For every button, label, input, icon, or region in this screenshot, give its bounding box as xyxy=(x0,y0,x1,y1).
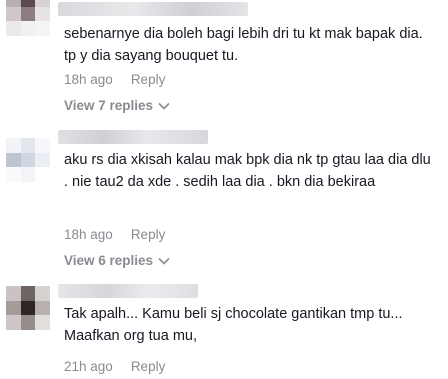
timestamp: 18h ago xyxy=(64,72,113,87)
comment-item: sebenarnye dia boleh bagi lebih dri tu k… xyxy=(0,0,448,120)
view-replies-label: View 6 replies xyxy=(64,253,154,268)
username-blurred[interactable] xyxy=(58,284,198,298)
reply-button[interactable]: Reply xyxy=(131,72,166,87)
reply-button[interactable]: Reply xyxy=(131,227,166,242)
avatar[interactable] xyxy=(6,286,50,330)
username-blurred[interactable] xyxy=(58,2,248,16)
comment-meta: 21h ago Reply xyxy=(64,359,165,374)
timestamp: 21h ago xyxy=(64,359,113,374)
comment-text: aku rs dia xkisah kalau mak bpk dia nk t… xyxy=(64,152,435,190)
timestamp: 18h ago xyxy=(64,227,113,242)
reply-button[interactable]: Reply xyxy=(131,359,166,374)
chevron-down-icon xyxy=(158,257,170,265)
comment-meta: 18h ago Reply xyxy=(64,72,165,87)
comment-item: Tak apalh... Kamu beli sj chocolate gant… xyxy=(0,270,448,379)
view-replies-button[interactable]: View 6 replies xyxy=(64,253,170,268)
comment-meta: 18h ago Reply xyxy=(64,227,165,242)
comment-item: aku rs dia xkisah kalau mak bpk dia nk t… xyxy=(0,120,448,270)
comment-text: Tak apalh... Kamu beli sj chocolate gant… xyxy=(64,306,407,344)
avatar[interactable] xyxy=(6,0,50,36)
username-blurred[interactable] xyxy=(58,130,208,144)
comment-text: sebenarnye dia boleh bagi lebih dri tu k… xyxy=(64,26,427,64)
chevron-down-icon xyxy=(158,102,170,110)
view-replies-label: View 7 replies xyxy=(64,98,154,113)
avatar[interactable] xyxy=(6,138,50,182)
view-replies-button[interactable]: View 7 replies xyxy=(64,98,170,113)
